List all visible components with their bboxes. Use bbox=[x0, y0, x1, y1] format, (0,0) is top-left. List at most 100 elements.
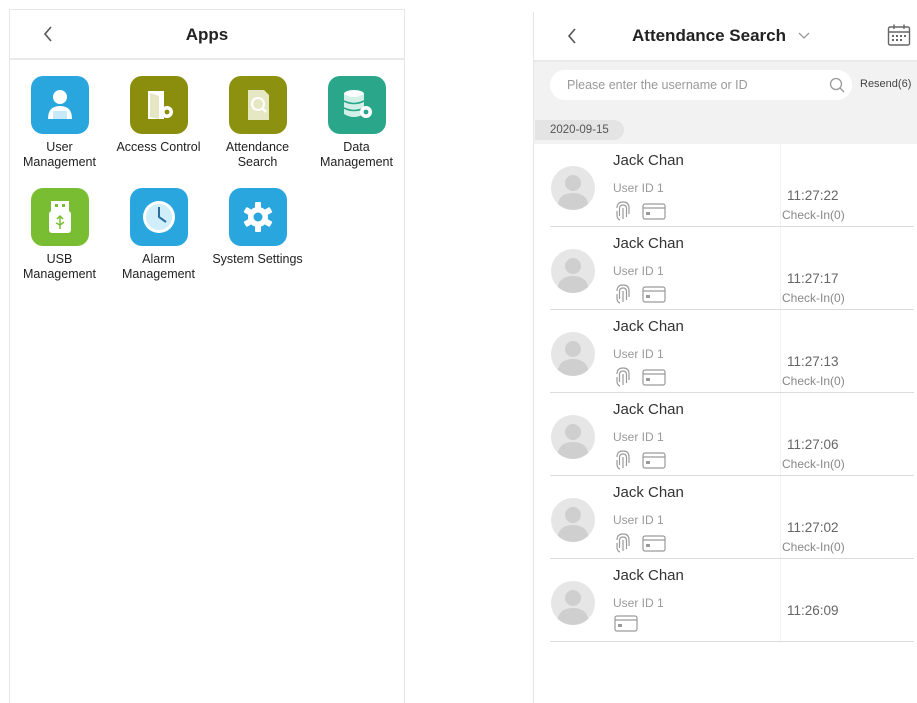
app-data-management[interactable]: Data Management bbox=[307, 76, 406, 170]
record-time: 11:27:22 bbox=[787, 188, 839, 203]
attendance-record[interactable]: Jack Chan User ID 1 11:26:09 bbox=[534, 559, 914, 642]
title-dropdown[interactable]: Attendance Search bbox=[632, 26, 810, 46]
record-name: Jack Chan bbox=[613, 152, 684, 169]
attendance-record[interactable]: Jack Chan User ID 1 11:27:22 Check-In(0) bbox=[534, 144, 914, 227]
record-time: 11:27:17 bbox=[787, 271, 839, 286]
id-card-icon bbox=[642, 451, 666, 469]
verify-methods bbox=[614, 283, 666, 305]
fingerprint-icon bbox=[616, 533, 630, 553]
fingerprint-icon bbox=[616, 450, 630, 470]
search-button[interactable] bbox=[822, 77, 852, 93]
apps-header: Apps bbox=[10, 10, 404, 60]
gear-icon bbox=[228, 188, 287, 246]
search-input[interactable]: Please enter the username or ID bbox=[550, 70, 852, 100]
record-time: 11:27:13 bbox=[787, 354, 839, 369]
user-management-icon bbox=[30, 76, 89, 134]
record-user-id: User ID 1 bbox=[613, 264, 664, 278]
app-label: Alarm Management bbox=[122, 252, 195, 281]
usb-drive-icon bbox=[30, 188, 89, 246]
column-divider bbox=[780, 144, 781, 227]
record-time: 11:27:02 bbox=[787, 520, 839, 535]
app-label: Data Management bbox=[320, 140, 393, 169]
avatar bbox=[551, 498, 595, 542]
record-name: Jack Chan bbox=[613, 401, 684, 418]
record-user-id: User ID 1 bbox=[613, 347, 664, 361]
user-avatar-icon bbox=[557, 424, 589, 459]
verify-methods bbox=[614, 449, 666, 471]
record-user-id: User ID 1 bbox=[613, 596, 664, 610]
app-label: User Management bbox=[23, 140, 96, 169]
column-divider bbox=[780, 476, 781, 559]
clock-icon bbox=[129, 188, 188, 246]
attendance-header: Attendance Search bbox=[534, 12, 917, 62]
id-card-icon bbox=[642, 368, 666, 386]
id-card-icon bbox=[642, 285, 666, 303]
app-label: System Settings bbox=[212, 252, 303, 266]
verify-methods bbox=[614, 366, 666, 388]
search-icon bbox=[829, 77, 845, 93]
avatar bbox=[551, 332, 595, 376]
record-status: Check-In(0) bbox=[782, 208, 845, 222]
page-title: Attendance Search bbox=[632, 26, 786, 45]
calendar-icon bbox=[887, 24, 911, 46]
id-card-icon bbox=[614, 615, 638, 632]
record-user-id: User ID 1 bbox=[613, 513, 664, 527]
app-system-settings[interactable]: System Settings bbox=[208, 188, 307, 267]
search-bar: Please enter the username or ID Resend(6… bbox=[534, 62, 917, 108]
record-name: Jack Chan bbox=[613, 235, 684, 252]
id-card-icon bbox=[642, 202, 666, 220]
verify-methods bbox=[614, 532, 666, 554]
record-name: Jack Chan bbox=[613, 318, 684, 335]
calendar-button[interactable] bbox=[887, 23, 911, 52]
user-avatar-icon bbox=[557, 175, 589, 210]
record-user-id: User ID 1 bbox=[613, 430, 664, 444]
record-status: Check-In(0) bbox=[782, 374, 845, 388]
date-section: 2020-09-15 bbox=[534, 108, 917, 144]
resend-button[interactable]: Resend(6) bbox=[860, 78, 911, 90]
attendance-record[interactable]: Jack Chan User ID 1 11:27:02 Check-In(0) bbox=[534, 476, 914, 559]
app-usb-management[interactable]: USB Management bbox=[10, 188, 109, 282]
app-alarm-management[interactable]: Alarm Management bbox=[109, 188, 208, 282]
app-attendance-search[interactable]: Attendance Search bbox=[208, 76, 307, 170]
chevron-down-icon bbox=[798, 32, 810, 39]
fingerprint-icon bbox=[616, 367, 630, 387]
attendance-record[interactable]: Jack Chan User ID 1 11:27:17 Check-In(0) bbox=[534, 227, 914, 310]
record-name: Jack Chan bbox=[613, 484, 684, 501]
column-divider bbox=[780, 227, 781, 310]
record-user-id: User ID 1 bbox=[613, 181, 664, 195]
row-divider bbox=[550, 641, 914, 642]
database-gear-icon bbox=[327, 76, 386, 134]
record-time: 11:26:09 bbox=[787, 603, 839, 618]
attendance-record[interactable]: Jack Chan User ID 1 11:27:13 Check-In(0) bbox=[534, 310, 914, 393]
record-time: 11:27:06 bbox=[787, 437, 839, 452]
date-label: 2020-09-15 bbox=[535, 120, 624, 140]
document-search-icon bbox=[228, 76, 287, 134]
attendance-record[interactable]: Jack Chan User ID 1 11:27:06 Check-In(0) bbox=[534, 393, 914, 476]
column-divider bbox=[780, 393, 781, 476]
app-user-management[interactable]: User Management bbox=[10, 76, 109, 170]
app-label: Access Control bbox=[116, 140, 201, 154]
apps-screen: Apps User Management Access Control Atte… bbox=[9, 9, 405, 703]
column-divider bbox=[780, 559, 781, 642]
app-label: USB Management bbox=[23, 252, 96, 281]
user-avatar-icon bbox=[557, 258, 589, 293]
record-name: Jack Chan bbox=[613, 567, 684, 584]
avatar bbox=[551, 249, 595, 293]
chevron-left-icon bbox=[567, 28, 576, 44]
back-button[interactable] bbox=[557, 21, 587, 51]
search-placeholder: Please enter the username or ID bbox=[567, 78, 748, 92]
fingerprint-icon bbox=[616, 284, 630, 304]
avatar bbox=[551, 166, 595, 210]
verify-methods bbox=[614, 615, 638, 632]
avatar bbox=[551, 581, 595, 625]
id-card-icon bbox=[642, 534, 666, 552]
column-divider bbox=[780, 310, 781, 393]
app-access-control[interactable]: Access Control bbox=[109, 76, 208, 155]
attendance-search-screen: Attendance Search Please enter the usern… bbox=[533, 12, 917, 703]
user-avatar-icon bbox=[557, 507, 589, 542]
avatar bbox=[551, 415, 595, 459]
record-status: Check-In(0) bbox=[782, 291, 845, 305]
app-label: Attendance Search bbox=[225, 140, 290, 169]
user-avatar-icon bbox=[557, 590, 589, 625]
fingerprint-icon bbox=[616, 201, 630, 221]
